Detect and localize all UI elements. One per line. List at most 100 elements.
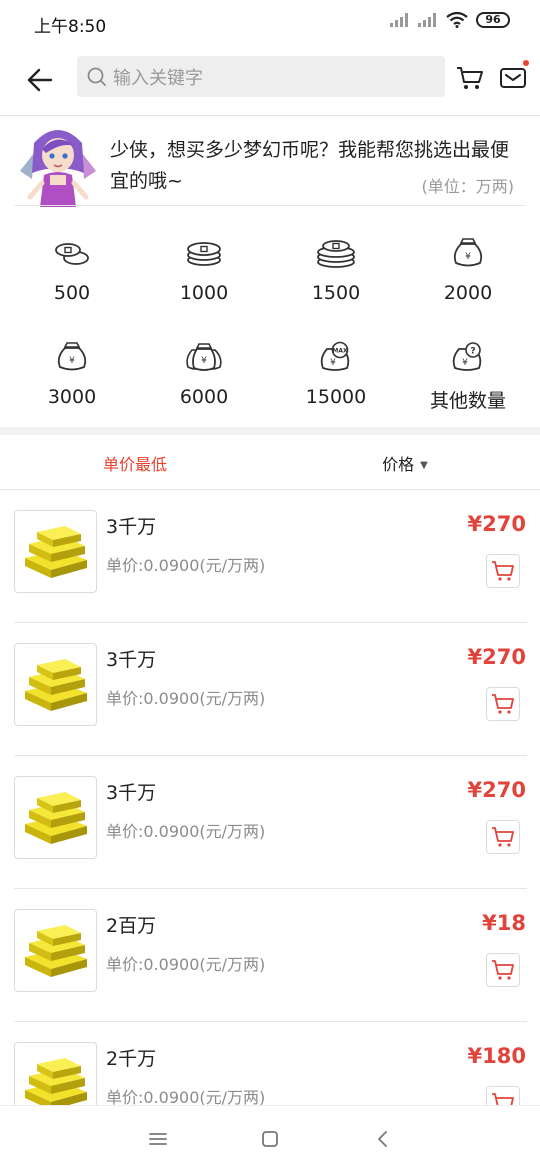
amount-option-3000[interactable]: ¥ 3000 bbox=[6, 324, 138, 428]
amount-option-1000[interactable]: 1000 bbox=[138, 220, 270, 324]
back-button[interactable] bbox=[20, 60, 60, 100]
product-thumbnail bbox=[14, 909, 97, 992]
caret-down-icon: ▼ bbox=[420, 460, 428, 471]
svg-text:¥: ¥ bbox=[462, 358, 468, 368]
svg-text:¥: ¥ bbox=[330, 358, 336, 368]
amount-option-1500[interactable]: 1500 bbox=[270, 220, 402, 324]
hint-unit: (单位：万两) bbox=[421, 177, 515, 196]
search-icon bbox=[87, 67, 106, 86]
amount-label: 1000 bbox=[179, 282, 229, 304]
svg-text:¥: ¥ bbox=[201, 356, 207, 366]
add-to-cart-button[interactable] bbox=[486, 953, 520, 987]
product-list: 3千万 单价:0.0900(元/万两) ¥270 3千万 单价:0.0900(元… bbox=[0, 490, 540, 1155]
coins-pile-icon bbox=[316, 236, 356, 270]
svg-text:?: ? bbox=[470, 347, 475, 357]
product-thumbnail bbox=[14, 510, 97, 593]
message-button[interactable] bbox=[495, 60, 531, 96]
add-to-cart-button[interactable] bbox=[486, 554, 520, 588]
product-unit-price: 单价:0.0900(元/万两) bbox=[106, 955, 266, 974]
status-bar: 上午8:50 96 bbox=[0, 0, 540, 46]
product-name: 2千万 bbox=[106, 1048, 157, 1070]
fairy-character-icon bbox=[20, 130, 96, 207]
money-bag-max-icon: MAX ¥ bbox=[316, 340, 356, 374]
search-input[interactable]: 输入关键字 bbox=[77, 56, 445, 97]
mail-icon bbox=[500, 68, 526, 88]
product-row[interactable]: 2百万 单价:0.0900(元/万两) ¥18 bbox=[0, 889, 540, 1022]
amount-option-15000[interactable]: MAX ¥ 15000 bbox=[270, 324, 402, 428]
svg-text:MAX: MAX bbox=[332, 348, 348, 355]
chevron-left-icon bbox=[378, 1131, 387, 1147]
menu-icon bbox=[149, 1133, 167, 1145]
search-placeholder: 输入关键字 bbox=[113, 67, 203, 89]
amount-label: 500 bbox=[53, 282, 91, 304]
amount-option-other[interactable]: ? ¥ 其他数量 bbox=[402, 324, 534, 428]
money-bag-icon: ¥ bbox=[52, 340, 92, 374]
sort-lowest-unit-price-tab[interactable]: 单价最低 bbox=[0, 451, 270, 475]
cart-icon bbox=[457, 67, 483, 89]
product-row[interactable]: 3千万 单价:0.0900(元/万两) ¥270 bbox=[0, 490, 540, 623]
cart-icon bbox=[492, 694, 514, 714]
notification-dot bbox=[523, 60, 529, 66]
product-name: 3千万 bbox=[106, 649, 157, 671]
back-arrow-icon bbox=[27, 68, 53, 92]
product-name: 2百万 bbox=[106, 915, 157, 937]
square-icon bbox=[262, 1131, 278, 1147]
amount-grid: 500 1000 1500 ¥ 2000 ¥ 3000 ¥ 6000 MAX ¥… bbox=[6, 220, 534, 428]
product-unit-price: 单价:0.0900(元/万两) bbox=[106, 556, 266, 575]
product-unit-price: 单价:0.0900(元/万两) bbox=[106, 689, 266, 708]
gold-bars-icon bbox=[24, 658, 87, 711]
top-bar: 输入关键字 bbox=[0, 46, 540, 116]
sort-price-label: 价格 bbox=[382, 455, 415, 474]
signal-icon bbox=[418, 13, 436, 27]
gold-bars-icon bbox=[24, 924, 87, 977]
product-price: ¥270 bbox=[467, 778, 526, 802]
svg-text:¥: ¥ bbox=[69, 356, 75, 366]
product-name: 3千万 bbox=[106, 516, 157, 538]
product-thumbnail bbox=[14, 643, 97, 726]
status-icons: 96 bbox=[390, 12, 510, 28]
product-price: ¥180 bbox=[467, 1044, 526, 1068]
divider bbox=[14, 205, 526, 206]
home-button[interactable] bbox=[255, 1124, 285, 1154]
product-row[interactable]: 3千万 单价:0.0900(元/万两) ¥270 bbox=[0, 756, 540, 889]
cart-button[interactable] bbox=[452, 60, 488, 96]
status-time: 上午8:50 bbox=[34, 17, 107, 37]
add-to-cart-button[interactable] bbox=[486, 820, 520, 854]
money-bag-question-icon: ? ¥ bbox=[448, 340, 488, 374]
product-price: ¥18 bbox=[482, 911, 526, 935]
gold-bars-icon bbox=[24, 525, 87, 578]
system-back-button[interactable] bbox=[368, 1124, 398, 1154]
signal-icon bbox=[390, 13, 408, 27]
cart-icon bbox=[492, 561, 514, 581]
money-bags-icon: ¥ bbox=[184, 340, 224, 374]
sort-lowest-label: 单价最低 bbox=[102, 455, 167, 474]
svg-text:¥: ¥ bbox=[465, 252, 471, 262]
recent-apps-button[interactable] bbox=[143, 1124, 173, 1154]
money-bag-icon: ¥ bbox=[448, 236, 488, 270]
amount-option-6000[interactable]: ¥ 6000 bbox=[138, 324, 270, 428]
sort-price-tab[interactable]: 价格 ▼ bbox=[270, 451, 540, 475]
hint-section: 少侠，想买多少梦幻币呢？我能帮您挑选出最便宜的哦~ (单位：万两) bbox=[0, 117, 540, 207]
product-price: ¥270 bbox=[467, 512, 526, 536]
cart-icon bbox=[492, 827, 514, 847]
product-price: ¥270 bbox=[467, 645, 526, 669]
amount-label: 15000 bbox=[305, 386, 367, 408]
amount-label: 6000 bbox=[179, 386, 229, 408]
amount-label: 3000 bbox=[47, 386, 97, 408]
amount-label: 1500 bbox=[311, 282, 361, 304]
add-to-cart-button[interactable] bbox=[486, 687, 520, 721]
sort-bar: 单价最低 价格 ▼ bbox=[0, 435, 540, 490]
product-row[interactable]: 3千万 单价:0.0900(元/万两) ¥270 bbox=[0, 623, 540, 756]
system-nav-bar bbox=[0, 1105, 540, 1170]
amount-option-500[interactable]: 500 bbox=[6, 220, 138, 324]
coins-stack-icon bbox=[184, 236, 224, 270]
amount-label: 2000 bbox=[443, 282, 493, 304]
amount-option-2000[interactable]: ¥ 2000 bbox=[402, 220, 534, 324]
gold-bars-icon bbox=[24, 791, 87, 844]
product-unit-price: 单价:0.0900(元/万两) bbox=[106, 822, 266, 841]
coins-small-icon bbox=[52, 236, 92, 270]
section-gap bbox=[0, 427, 540, 435]
wifi-icon bbox=[446, 12, 468, 28]
product-name: 3千万 bbox=[106, 782, 157, 804]
amount-label: 其他数量 bbox=[429, 390, 506, 412]
